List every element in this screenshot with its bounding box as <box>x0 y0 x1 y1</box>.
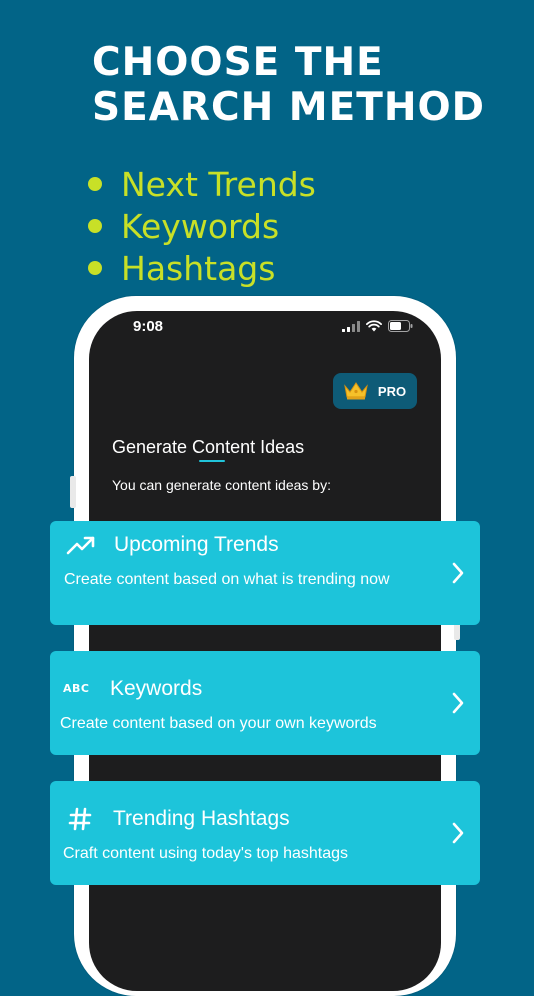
bullet-label: Hashtags <box>121 248 276 288</box>
card-description: Craft content using today's top hashtags <box>63 845 349 862</box>
bullet-dot-icon <box>88 177 102 191</box>
trending-up-icon <box>66 535 96 555</box>
title-underline <box>199 460 225 462</box>
abc-icon: ABC <box>63 682 90 695</box>
upcoming-trends-card[interactable]: Upcoming Trends Create content based on … <box>50 521 480 625</box>
hashtag-icon <box>68 807 92 831</box>
status-time: 9:08 <box>133 318 164 335</box>
battery-icon <box>388 320 413 332</box>
trending-hashtags-card[interactable]: Trending Hashtags Craft content using to… <box>50 781 480 885</box>
feature-bullet-list: Next Trends Keywords Hashtags <box>88 163 316 289</box>
crown-icon <box>344 382 368 400</box>
cellular-signal-icon <box>342 320 360 332</box>
section-subtitle: You can generate content ideas by: <box>112 477 331 493</box>
card-description: Create content based on what is trending… <box>64 571 390 588</box>
bullet-dot-icon <box>88 261 102 275</box>
pro-button[interactable]: PRO <box>333 373 417 409</box>
phone-side-button <box>70 476 76 508</box>
section-title: Generate Content Ideas <box>112 437 305 457</box>
keywords-card[interactable]: ABC Keywords Create content based on you… <box>50 651 480 755</box>
bullet-label: Next Trends <box>121 164 316 204</box>
chevron-right-icon <box>452 822 464 844</box>
bullet-item: Hashtags <box>88 247 316 289</box>
card-title: Keywords <box>110 677 203 700</box>
bullet-dot-icon <box>88 219 102 233</box>
chevron-right-icon <box>452 562 464 584</box>
card-title: Trending Hashtags <box>113 807 290 830</box>
headline-line-2: SEARCH METHOD <box>92 85 486 130</box>
status-icons <box>342 320 413 332</box>
card-title: Upcoming Trends <box>114 533 279 556</box>
wifi-icon <box>366 320 382 332</box>
headline-line-1: CHOOSE THE <box>92 40 384 85</box>
pro-label: PRO <box>377 383 407 399</box>
card-description: Create content based on your own keyword… <box>60 715 377 732</box>
bullet-item: Next Trends <box>88 163 316 205</box>
headline: CHOOSE THE SEARCH METHOD <box>92 40 485 130</box>
chevron-right-icon <box>452 692 464 714</box>
bullet-item: Keywords <box>88 205 316 247</box>
bullet-label: Keywords <box>121 206 280 246</box>
